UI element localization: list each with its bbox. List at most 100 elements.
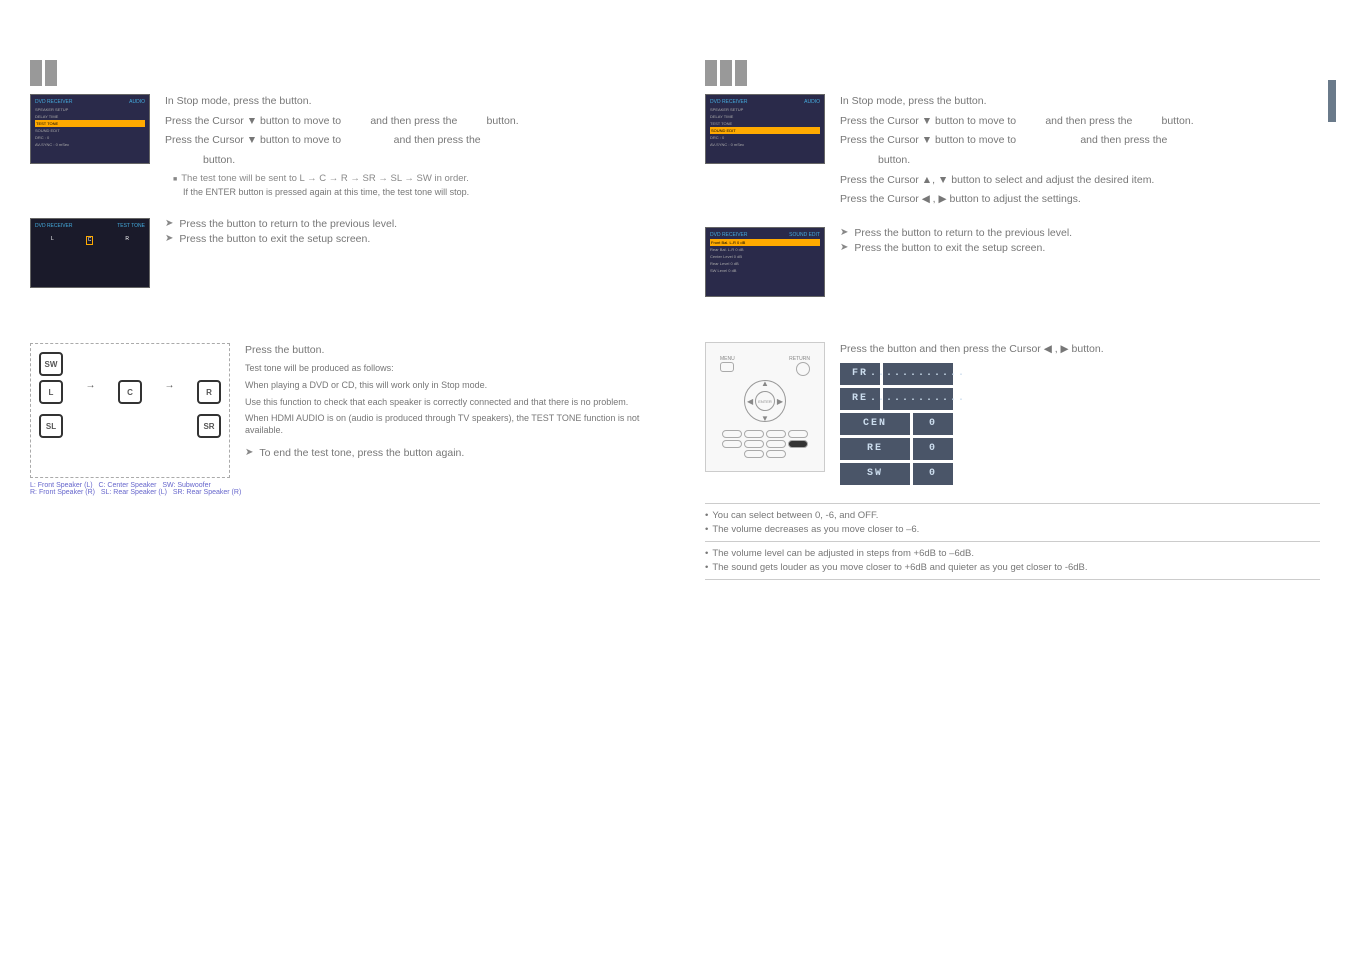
- remote-btn[interactable]: [766, 450, 786, 458]
- osd-screenshot-audio: DVD RECEIVER AUDIO SPEAKER SETUP DELAY T…: [705, 94, 825, 164]
- speaker-sl-icon: SL: [39, 414, 63, 438]
- chevron-icon: ➤: [840, 227, 848, 238]
- note-text: Press the button to exit the setup scree…: [179, 233, 370, 245]
- speaker-sr-icon: SR: [197, 414, 221, 438]
- chevron-icon: ➤: [165, 233, 173, 244]
- note: The test tone will be sent to L → C → R …: [173, 173, 645, 184]
- remote-function-buttons: [715, 430, 815, 458]
- step-text: and then press the: [1045, 115, 1132, 127]
- osd-item-selected: TEST TONE: [35, 120, 145, 127]
- osd-title: DVD RECEIVER: [35, 99, 73, 106]
- legend-item: SR: Rear Speaker (R): [173, 489, 241, 496]
- tab-marker: [720, 60, 732, 86]
- display-cell: 0: [913, 438, 953, 460]
- page-spread: ⊕ DVD RECEIVER AUDIO SPEAKER SETUP DELAY…: [0, 0, 1350, 954]
- legend-item: R: Front Speaker (R): [30, 489, 95, 496]
- speaker-indicator: C: [86, 236, 94, 245]
- step-text: Press the Cursor ▼ button to move to: [165, 134, 341, 146]
- tab-marker: [705, 60, 717, 86]
- step-text: button.: [487, 115, 519, 127]
- speaker-l-icon: L: [39, 380, 63, 404]
- display-cell: 0: [913, 463, 953, 485]
- step-2: Press the Cursor ▼ button to move to and…: [840, 114, 1320, 129]
- remote-btn[interactable]: [766, 430, 786, 438]
- left-page: ⊕ DVD RECEIVER AUDIO SPEAKER SETUP DELAY…: [0, 0, 675, 954]
- display-cell: 0: [913, 413, 953, 435]
- osd-item: DRC : 0: [35, 134, 145, 141]
- remote-btn[interactable]: [744, 440, 764, 448]
- osd-item: SPEAKER SETUP: [35, 106, 145, 113]
- osd-title: DVD RECEIVER: [710, 99, 748, 106]
- tab-marker: [45, 60, 57, 86]
- remote-btn[interactable]: [788, 430, 808, 438]
- info-line: The sound gets louder as you move closer…: [705, 562, 1320, 573]
- manual-sub: When HDMI AUDIO is on (audio is produced…: [245, 413, 645, 436]
- return-button[interactable]: [796, 362, 810, 376]
- dpad[interactable]: ▲ ▼ ◀ ▶ ENTER: [744, 380, 786, 422]
- step-text: button.: [1162, 115, 1194, 127]
- speaker-diagram: SW L → C → R SL SR: [30, 343, 230, 478]
- speaker-indicator: R: [125, 236, 129, 245]
- step-1: In Stop mode, press the button.: [840, 94, 1320, 109]
- remote-diagram: MENU RETURN ▲ ▼ ◀ ▶ ENTER: [705, 342, 825, 472]
- step-2: Press the Cursor ▼ button to move to and…: [165, 114, 645, 129]
- remote-btn[interactable]: [722, 440, 742, 448]
- chevron-icon: ➤: [245, 447, 253, 458]
- osd-item: DELAY TIME: [35, 113, 145, 120]
- remote-btn[interactable]: [744, 430, 764, 438]
- osd-item: DELAY TIME: [710, 113, 820, 120]
- step-text: and then press the: [394, 134, 481, 146]
- right-arrow-icon[interactable]: ▶: [777, 397, 783, 406]
- osd-item: Center Level 0 dB: [710, 253, 820, 260]
- display-cell: RE: [840, 438, 910, 460]
- sound-edit-button[interactable]: [788, 440, 808, 448]
- osd-item: Rear Level 0 dB: [710, 260, 820, 267]
- osd-title: DVD RECEIVER: [35, 223, 73, 230]
- note-text: Press the button to exit the setup scree…: [854, 242, 1045, 254]
- return-note: ➤ Press the button to return to the prev…: [165, 218, 645, 230]
- osd-item: Rear Bal. L-R 0 dB: [710, 246, 820, 253]
- display-cell: ............: [883, 388, 953, 410]
- exit-note: ➤ Press the button to exit the setup scr…: [840, 242, 1320, 254]
- manual-step: Press the button and then press the Curs…: [840, 342, 1320, 357]
- osd-item: AV-SYNC : 0 mSec: [35, 141, 145, 148]
- enter-button[interactable]: ENTER: [755, 391, 775, 411]
- osd-subtitle: AUDIO: [129, 99, 145, 106]
- arrow-icon: →: [86, 380, 96, 404]
- step-text: Press the Cursor ▼ button to move to: [840, 134, 1016, 146]
- manual-sub: Use this function to check that each spe…: [245, 397, 645, 409]
- step-1: In Stop mode, press the button.: [165, 94, 645, 109]
- osd-title: DVD RECEIVER: [710, 232, 748, 239]
- osd-item: SPEAKER SETUP: [710, 106, 820, 113]
- left-arrow-icon[interactable]: ◀: [747, 397, 753, 406]
- step-3: Press the Cursor ▼ button to move to and…: [165, 133, 645, 148]
- tab-marker: [735, 60, 747, 86]
- menu-button[interactable]: [720, 362, 734, 372]
- info-line: The volume decreases as you move closer …: [705, 524, 1320, 535]
- display-cell: ............: [883, 363, 953, 385]
- speaker-r-icon: R: [197, 380, 221, 404]
- note-text: Press the button to return to the previo…: [854, 227, 1072, 239]
- speaker-sw-icon: SW: [39, 352, 63, 376]
- diagram-legend: L: Front Speaker (L) C: Center Speaker S…: [30, 482, 245, 496]
- up-arrow-icon[interactable]: ▲: [761, 379, 769, 388]
- note-text: To end the test tone, press the button a…: [259, 447, 464, 459]
- osd-item: SW Level 0 dB: [710, 267, 820, 274]
- info-line: You can select between 0, -6, and OFF.: [705, 510, 1320, 521]
- remote-btn[interactable]: [744, 450, 764, 458]
- step-text: Press the Cursor ▼ button to move to: [165, 115, 341, 127]
- remote-btn[interactable]: [722, 430, 742, 438]
- step-5: Press the Cursor ◀ , ▶ button to adjust …: [840, 192, 1320, 207]
- osd-item: SOUND EDIT: [35, 127, 145, 134]
- end-note: ➤ To end the test tone, press the button…: [245, 447, 645, 459]
- step-3b: button.: [840, 153, 1320, 168]
- legend-item: SL: Rear Speaker (L): [101, 489, 167, 496]
- chevron-icon: ➤: [165, 218, 173, 229]
- manual-step: Press the button.: [245, 343, 645, 358]
- osd-subtitle: AUDIO: [804, 99, 820, 106]
- remote-btn[interactable]: [766, 440, 786, 448]
- osd-item: AV-SYNC : 0 mSec: [710, 141, 820, 148]
- down-arrow-icon[interactable]: ▼: [761, 414, 769, 423]
- return-note: ➤ Press the button to return to the prev…: [840, 227, 1320, 239]
- osd-item-selected: SOUND EDIT: [710, 127, 820, 134]
